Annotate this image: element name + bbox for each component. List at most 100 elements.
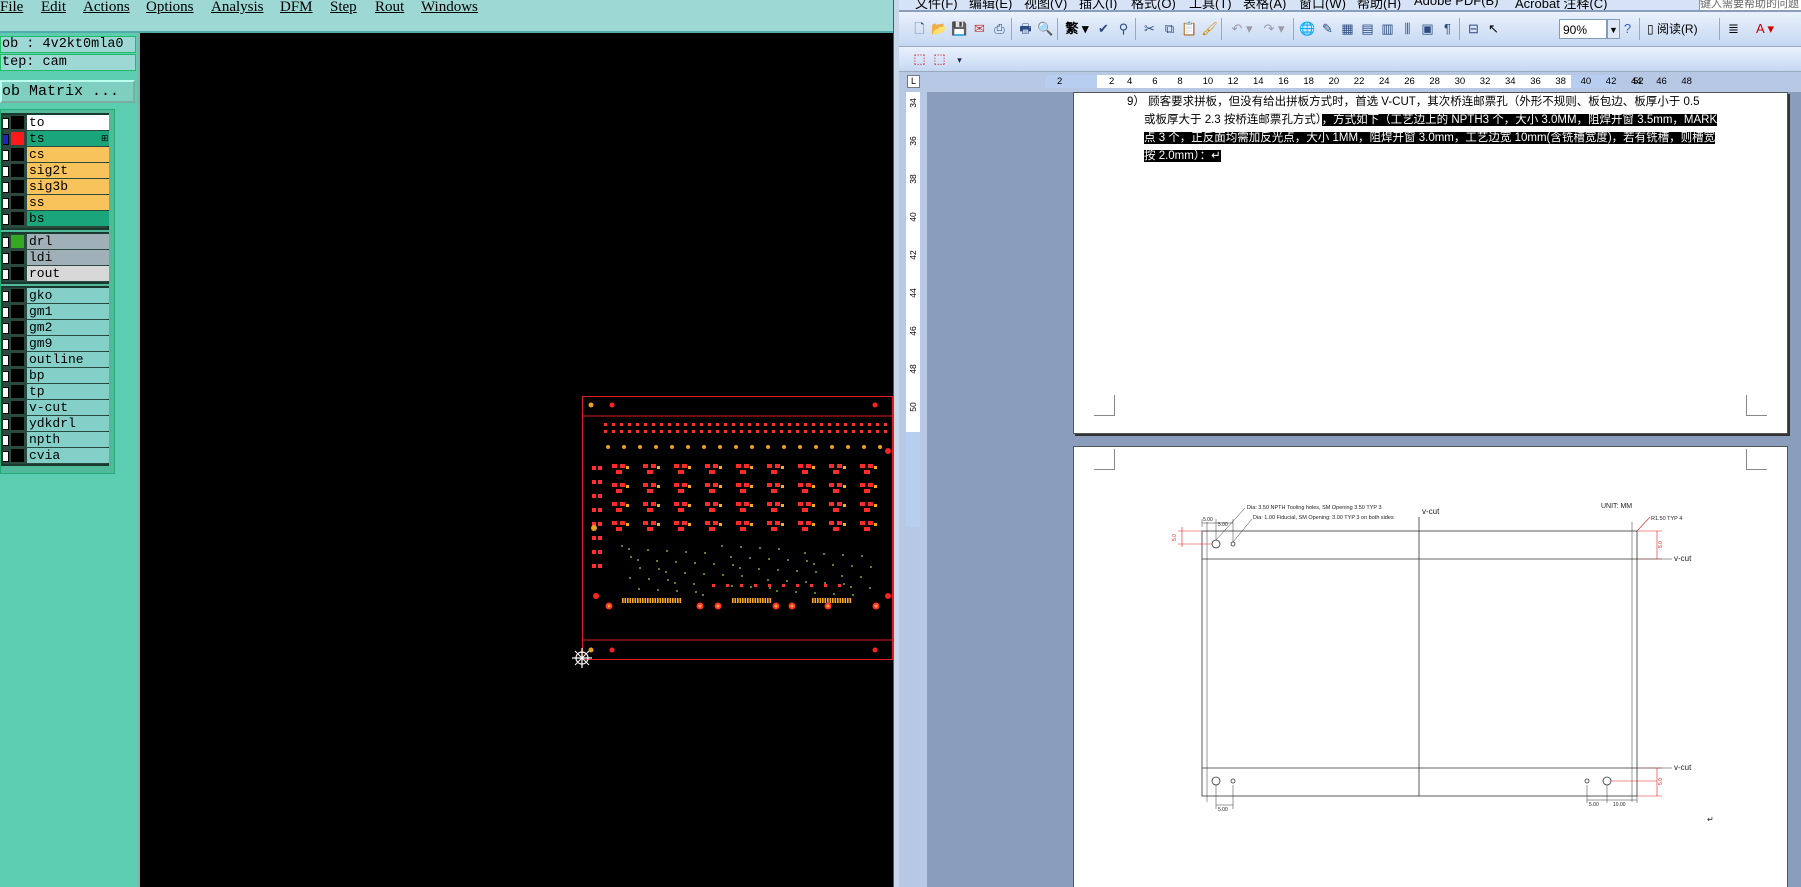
layer-row[interactable]: sig3b <box>3 179 109 195</box>
permission-icon[interactable]: ✉ <box>971 20 988 37</box>
menu-windows[interactable]: Windows <box>421 0 478 15</box>
word-menu-view[interactable]: 视图(V) <box>1024 0 1067 10</box>
layer-name[interactable]: ts <box>27 131 109 146</box>
layer-checkbox[interactable] <box>3 198 9 209</box>
word-menu-adobe-pdf[interactable]: Adobe PDF(B) <box>1414 0 1499 8</box>
layer-name[interactable]: rout <box>27 266 109 281</box>
layer-checkbox[interactable] <box>3 339 9 350</box>
layer-color-swatch[interactable] <box>11 148 24 161</box>
undo-icon[interactable]: ↶ ▾ <box>1227 20 1257 37</box>
menu-options[interactable]: Options <box>146 0 194 15</box>
hyperlink-icon[interactable]: 🌐 <box>1299 20 1316 37</box>
layer-color-swatch[interactable] <box>11 433 24 446</box>
insert-table-icon[interactable]: ▦ <box>1339 20 1356 37</box>
layer-row[interactable]: outline <box>3 352 109 368</box>
layer-color-swatch[interactable] <box>11 116 24 129</box>
word-menu-insert[interactable]: 插入(I) <box>1079 0 1117 10</box>
word-menu-help[interactable]: 帮助(H) <box>1357 0 1401 10</box>
layer-row[interactable]: gm9 <box>3 336 109 352</box>
layer-checkbox[interactable] <box>3 237 9 248</box>
layer-color-swatch[interactable] <box>11 212 24 225</box>
open-folder-icon[interactable]: 📂 <box>931 20 948 37</box>
layer-color-swatch[interactable] <box>11 235 24 248</box>
document-page[interactable]: 9） 顾客要求拼板，但没有给出拼板方式时，首选 V-CUT，其次桥连邮票孔（外形… <box>1073 92 1788 434</box>
layer-row[interactable]: v-cut <box>3 400 109 416</box>
word-menu-window[interactable]: 窗口(W) <box>1299 0 1346 10</box>
layer-row[interactable]: npth <box>3 432 109 448</box>
layer-name[interactable]: gm1 <box>27 304 109 319</box>
layer-color-swatch[interactable] <box>11 401 24 414</box>
layer-name[interactable]: gm2 <box>27 320 109 335</box>
layer-row[interactable]: bs <box>3 211 109 227</box>
layer-checkbox[interactable] <box>3 134 9 145</box>
insert-excel-icon[interactable]: ▤ <box>1359 20 1376 37</box>
layer-row[interactable]: cs <box>3 147 109 163</box>
show-hide-icon[interactable]: ¶ <box>1439 20 1456 37</box>
tables-borders-icon[interactable]: ✎ <box>1319 20 1336 37</box>
read-mode-button[interactable]: ▯ 阅读(R) <box>1647 20 1698 38</box>
panel-drawing[interactable]: Dia: 3.50 NPTH Tooling holes, SM Opening… <box>1152 497 1752 887</box>
layer-row[interactable]: ydkdrl <box>3 416 109 432</box>
layer-row[interactable]: ldi <box>3 250 109 266</box>
layer-checkbox[interactable] <box>3 403 9 414</box>
layer-name[interactable]: sig2t <box>27 163 109 178</box>
print-icon[interactable]: 🖶 <box>1017 20 1034 37</box>
convert-email-pdf-icon[interactable]: ⬚ <box>931 50 948 67</box>
layer-checkbox[interactable] <box>3 166 9 177</box>
layer-name[interactable]: v-cut <box>27 400 109 415</box>
layer-color-swatch[interactable] <box>11 180 24 193</box>
layer-name[interactable]: gko <box>27 288 109 303</box>
layer-checkbox[interactable] <box>3 387 9 398</box>
copy-icon[interactable]: ⧉ <box>1161 20 1178 37</box>
layer-color-swatch[interactable] <box>11 164 24 177</box>
layer-checkbox[interactable] <box>3 291 9 302</box>
help-search-input[interactable]: 键入需要帮助的问题 <box>1699 0 1801 10</box>
layer-checkbox[interactable] <box>3 269 9 280</box>
help-icon[interactable]: ? <box>1619 20 1636 37</box>
word-menu-acrobat-comment[interactable]: Acrobat 注释(C) <box>1515 0 1607 10</box>
layer-color-swatch[interactable] <box>11 385 24 398</box>
word-menu-tools[interactable]: 工具(T) <box>1189 0 1232 10</box>
menu-actions[interactable]: Actions <box>83 0 130 15</box>
layer-name[interactable]: sig3b <box>27 179 109 194</box>
layer-color-swatch[interactable] <box>11 321 24 334</box>
format-painter-icon[interactable]: 🖌 <box>1201 20 1218 37</box>
layer-color-swatch[interactable] <box>11 353 24 366</box>
spelling-icon[interactable]: ✔ <box>1095 20 1112 37</box>
layer-color-swatch[interactable] <box>11 337 24 350</box>
drawing-icon[interactable]: ⫼ <box>1399 20 1416 37</box>
layer-name[interactable]: tp <box>27 384 109 399</box>
layer-checkbox[interactable] <box>3 451 9 462</box>
layer-name[interactable]: drl <box>27 234 109 249</box>
layer-color-swatch[interactable] <box>11 132 24 145</box>
document-page[interactable]: Dia: 3.50 NPTH Tooling holes, SM Opening… <box>1073 446 1788 887</box>
redo-icon[interactable]: ↷ ▾ <box>1259 20 1289 37</box>
menu-step[interactable]: Step <box>330 0 357 15</box>
layer-row[interactable]: to <box>3 115 109 131</box>
layer-checkbox[interactable] <box>3 182 9 193</box>
columns-icon[interactable]: ▥ <box>1379 20 1396 37</box>
layer-checkbox[interactable] <box>3 307 9 318</box>
layer-name[interactable]: outline <box>27 352 109 367</box>
menu-rout[interactable]: Rout <box>375 0 404 15</box>
layer-row[interactable]: cvia <box>3 448 109 464</box>
layer-checkbox[interactable] <box>3 118 9 129</box>
document-map-icon[interactable]: ▣ <box>1419 20 1436 37</box>
layer-name[interactable]: bs <box>27 211 109 226</box>
layer-row[interactable]: gm2 <box>3 320 109 336</box>
layer-checkbox[interactable] <box>3 323 9 334</box>
layer-color-swatch[interactable] <box>11 267 24 280</box>
new-document-icon[interactable]: 🗋 <box>911 20 928 37</box>
menu-edit[interactable]: Edit <box>41 0 66 15</box>
menu-dfm[interactable]: DFM <box>280 0 313 15</box>
layer-checkbox[interactable] <box>3 253 9 264</box>
cam-graphic-canvas[interactable] <box>140 33 893 887</box>
paste-icon[interactable]: 📋 <box>1181 20 1198 37</box>
word-menu-table[interactable]: 表格(A) <box>1243 0 1286 10</box>
layer-name[interactable]: ldi <box>27 250 109 265</box>
layer-row[interactable]: tp <box>3 384 109 400</box>
layer-name[interactable]: to <box>27 115 109 130</box>
layer-row[interactable]: rout <box>3 266 109 282</box>
layer-row[interactable]: ss <box>3 195 109 211</box>
layer-checkbox[interactable] <box>3 435 9 446</box>
